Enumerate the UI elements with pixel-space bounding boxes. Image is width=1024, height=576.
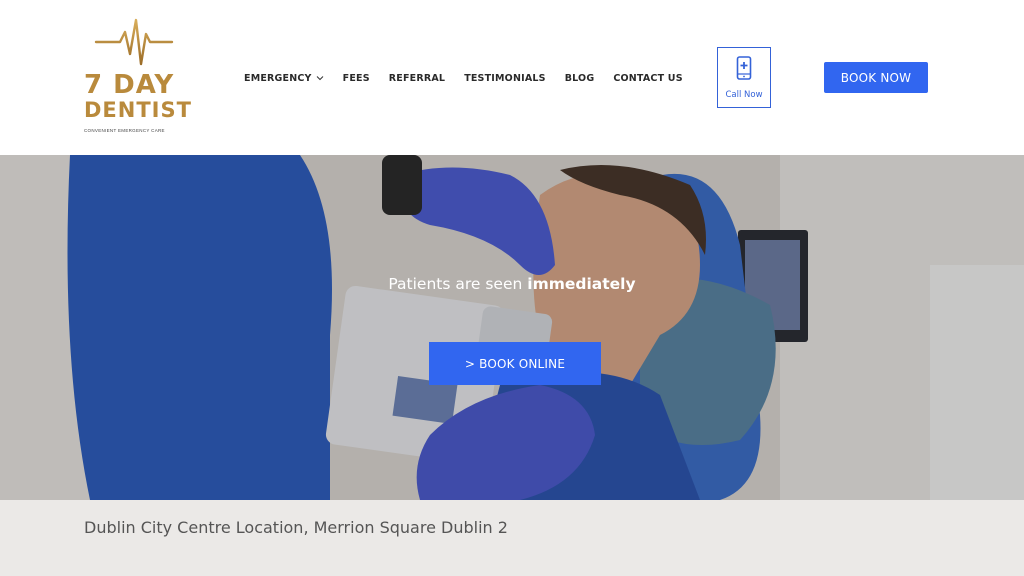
nav-item-testimonials[interactable]: TESTIMONIALS	[464, 73, 546, 84]
nav-item-label: FEES	[342, 72, 370, 84]
nav-item-label: BLOG	[564, 72, 595, 84]
logo-line-1: 7 DAY	[84, 70, 175, 100]
hero-headline-prefix: Patients are seen	[388, 275, 528, 293]
hero-headline: Patients are seen immediately	[0, 275, 1024, 293]
nav-item-referral[interactable]: REFERRAL	[389, 73, 445, 84]
hero-overlay	[0, 155, 1024, 500]
nav-item-label: CONTACT US	[613, 72, 683, 84]
call-now-label: Call Now	[725, 90, 763, 100]
nav-item-label: TESTIMONIALS	[464, 72, 546, 84]
site-logo[interactable]: 7 DAY DENTIST CONVENIENT EMERGENCY CARE	[82, 14, 192, 138]
hero-headline-emphasis: immediately	[527, 275, 636, 293]
chevron-down-icon	[316, 76, 323, 81]
book-now-button[interactable]: BOOK NOW	[824, 62, 928, 93]
call-now-button[interactable]: Call Now	[717, 47, 771, 108]
phone-plus-icon	[736, 56, 752, 80]
heartbeat-tooth-icon	[94, 18, 174, 66]
nav-item-label: REFERRAL	[388, 72, 446, 84]
hero-banner: Patients are seen immediately > BOOK ONL…	[0, 155, 1024, 500]
main-nav: EMERGENCY FEES REFERRAL TESTIMONIALS BLO…	[244, 70, 683, 86]
book-online-button[interactable]: > BOOK ONLINE	[429, 342, 601, 385]
nav-item-label: EMERGENCY	[244, 72, 312, 84]
site-header: 7 DAY DENTIST CONVENIENT EMERGENCY CARE …	[0, 0, 1024, 155]
logo-line-2: DENTIST	[84, 98, 192, 122]
nav-item-fees[interactable]: FEES	[343, 73, 370, 84]
location-text: Dublin City Centre Location, Merrion Squ…	[84, 518, 508, 537]
location-bar: Dublin City Centre Location, Merrion Squ…	[0, 500, 1024, 576]
nav-item-contact-us[interactable]: CONTACT US	[613, 73, 682, 84]
nav-item-emergency[interactable]: EMERGENCY	[244, 73, 324, 84]
nav-item-blog[interactable]: BLOG	[565, 73, 595, 84]
logo-tagline: CONVENIENT EMERGENCY CARE	[84, 128, 165, 133]
